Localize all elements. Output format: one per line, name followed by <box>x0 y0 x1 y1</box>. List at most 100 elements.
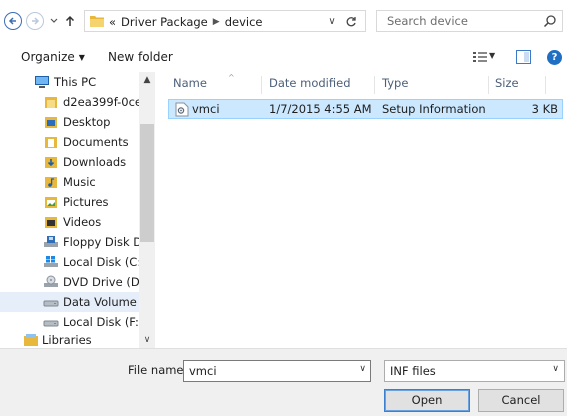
nav-item-pictures[interactable]: Pictures <box>0 192 140 212</box>
file-name: vmci <box>192 102 220 116</box>
file-type-value: INF files <box>390 364 436 378</box>
sort-ascending-icon: ^ <box>228 73 235 82</box>
chevron-down-icon <box>50 18 58 23</box>
nav-item-label: Documents <box>63 135 129 149</box>
help-icon[interactable]: ? <box>547 50 562 65</box>
forward-button[interactable] <box>26 12 44 30</box>
floppy-drive-icon <box>43 235 59 249</box>
breadcrumb-overflow[interactable]: « <box>109 15 116 29</box>
nav-item-label: This PC <box>54 75 97 89</box>
organize-label: Organize <box>21 50 75 64</box>
table-row[interactable]: vmci 1/7/2015 4:55 AM Setup Information … <box>168 99 563 119</box>
up-button[interactable] <box>62 12 78 30</box>
file-date: 1/7/2015 4:55 AM <box>269 102 372 116</box>
windows-drive-icon <box>43 255 59 269</box>
scroll-up-icon[interactable]: ▲ <box>139 74 155 86</box>
recent-locations-button[interactable] <box>48 12 60 30</box>
nav-scrollbar[interactable]: ▲ ∨ <box>139 72 155 348</box>
dialog-footer: File name: vmci ∨ INF files ∨ Open Cance… <box>0 348 567 416</box>
folder-icon <box>90 16 104 27</box>
nav-item-label: Music <box>63 175 96 189</box>
dvd-drive-icon <box>43 275 59 289</box>
view-options-icon[interactable] <box>473 51 487 63</box>
command-toolbar: Organize ▼ New folder ▼ ? <box>0 42 567 72</box>
column-header-size[interactable]: Size <box>495 76 519 96</box>
nav-item-label: Local Disk (F:) <box>63 315 140 329</box>
nav-item-this-pc[interactable]: This PC <box>0 72 140 92</box>
file-name-value: vmci <box>189 364 217 378</box>
computer-icon <box>34 75 50 89</box>
column-divider[interactable] <box>261 76 262 94</box>
refresh-button[interactable] <box>343 14 359 30</box>
nav-item-label: Libraries <box>42 333 92 347</box>
search-icon[interactable] <box>543 14 557 28</box>
address-bar[interactable]: « Driver Package ▶ device ∨ <box>84 10 366 32</box>
column-divider[interactable] <box>545 76 546 94</box>
nav-item-music[interactable]: Music <box>0 172 140 192</box>
column-header-date[interactable]: Date modified <box>269 76 351 96</box>
nav-item-libraries[interactable]: Libraries <box>0 330 140 348</box>
chevron-down-icon[interactable]: ∨ <box>359 364 366 374</box>
breadcrumb: « Driver Package ▶ device <box>109 14 267 30</box>
view-dropdown-icon[interactable]: ▼ <box>489 51 495 60</box>
libraries-icon <box>23 333 39 347</box>
nav-item-dvd-drive[interactable]: DVD Drive (D:) <box>0 272 140 292</box>
file-name-input[interactable]: vmci ∨ <box>183 360 371 382</box>
column-divider[interactable] <box>488 76 489 94</box>
desktop-folder-icon <box>43 115 59 129</box>
open-button[interactable]: Open <box>384 389 470 412</box>
drive-icon <box>43 295 59 309</box>
nav-item-label: Data Volume (E <box>63 295 140 309</box>
nav-item-label: Downloads <box>63 155 127 169</box>
nav-item-label: d2ea399f-0ce7- <box>63 95 140 109</box>
column-header-label: Name <box>173 76 207 90</box>
breadcrumb-driver-package[interactable]: Driver Package <box>121 15 208 29</box>
back-button[interactable] <box>4 12 22 30</box>
nav-item-videos[interactable]: Videos <box>0 212 140 232</box>
file-size: 3 KB <box>531 102 558 116</box>
setup-file-icon <box>175 102 189 117</box>
nav-item-desktop[interactable]: Desktop <box>0 112 140 132</box>
organize-button[interactable]: Organize ▼ <box>21 50 85 64</box>
nav-item-local-disk-c[interactable]: Local Disk (C:) <box>0 252 140 272</box>
nav-item-d2ea399f[interactable]: d2ea399f-0ce7- <box>0 92 140 112</box>
nav-item-label: Desktop <box>63 115 111 129</box>
chevron-down-icon: ∨ <box>552 364 559 374</box>
new-folder-button[interactable]: New folder <box>108 50 173 64</box>
chevron-down-icon: ▼ <box>78 53 85 62</box>
downloads-folder-icon <box>43 155 59 169</box>
drive-icon <box>43 315 59 329</box>
column-header-name[interactable]: Name ^ <box>173 73 235 96</box>
address-row: « Driver Package ▶ device ∨ Search devic… <box>0 0 567 42</box>
address-dropdown-button[interactable]: ∨ <box>325 14 339 30</box>
arrow-right-icon <box>32 17 40 25</box>
nav-item-label: Videos <box>63 215 102 229</box>
breadcrumb-separator-icon[interactable]: ▶ <box>213 17 220 27</box>
breadcrumb-device[interactable]: device <box>225 15 263 29</box>
navigation-pane[interactable]: This PC d2ea399f-0ce7- Desktop Documents… <box>0 72 155 348</box>
file-list[interactable]: Name ^ Date modified Type Size vmci 1/7/… <box>155 72 567 348</box>
file-type-select[interactable]: INF files ∨ <box>384 360 565 382</box>
nav-item-label: DVD Drive (D:) <box>63 275 140 289</box>
nav-item-label: Floppy Disk Dri <box>63 235 140 249</box>
folder-icon <box>43 95 59 109</box>
nav-item-data-volume[interactable]: Data Volume (E <box>0 292 140 312</box>
nav-item-label: Local Disk (C:) <box>63 255 140 269</box>
search-input[interactable]: Search device <box>376 10 563 32</box>
music-folder-icon <box>43 175 59 189</box>
column-divider[interactable] <box>374 76 375 94</box>
preview-pane-button[interactable] <box>516 50 531 64</box>
nav-item-downloads[interactable]: Downloads <box>0 152 140 172</box>
nav-scroll-thumb[interactable] <box>140 124 154 242</box>
nav-item-floppy[interactable]: Floppy Disk Dri <box>0 232 140 252</box>
scroll-down-icon[interactable]: ∨ <box>139 334 155 346</box>
nav-item-documents[interactable]: Documents <box>0 132 140 152</box>
file-name-label: File name: <box>128 363 188 377</box>
nav-item-local-disk-f[interactable]: Local Disk (F:) <box>0 312 140 332</box>
cancel-button[interactable]: Cancel <box>478 389 564 412</box>
nav-item-label: Pictures <box>63 195 109 209</box>
refresh-icon <box>346 17 356 27</box>
file-type: Setup Information <box>382 102 486 116</box>
column-header-type[interactable]: Type <box>382 76 408 96</box>
documents-folder-icon <box>43 135 59 149</box>
